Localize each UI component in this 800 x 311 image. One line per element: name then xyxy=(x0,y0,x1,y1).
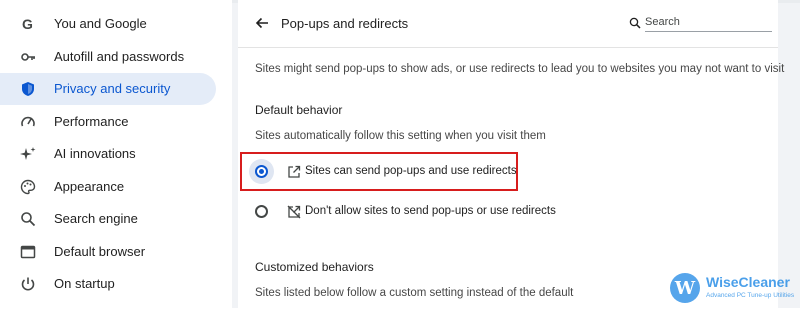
option-label: Don't allow sites to send pop-ups or use… xyxy=(305,205,556,217)
power-icon xyxy=(20,276,36,292)
blocked-popup-icon xyxy=(287,205,301,219)
shield-icon xyxy=(20,81,36,97)
sidebar-item-appearance[interactable]: Appearance xyxy=(0,171,216,203)
open-in-new-icon xyxy=(287,165,301,179)
wisecleaner-logo: W xyxy=(670,273,700,303)
sidebar-item-default-browser[interactable]: Default browser xyxy=(0,236,216,268)
watermark-name: WiseCleaner xyxy=(706,274,790,290)
search-icon xyxy=(629,16,641,29)
search-box xyxy=(627,14,772,32)
browser-window-icon xyxy=(20,244,36,260)
page-title: Pop-ups and redirects xyxy=(281,16,409,31)
header-divider xyxy=(238,47,778,48)
search-input[interactable] xyxy=(645,14,772,32)
svg-text:G: G xyxy=(22,16,33,32)
sidebar-item-search-engine[interactable]: Search engine xyxy=(0,203,216,235)
sidebar-item-label: Privacy and security xyxy=(54,81,171,96)
sparkle-icon xyxy=(20,146,36,162)
settings-content-panel: Pop-ups and redirects Sites might send p… xyxy=(238,0,784,311)
sidebar-item-label: Autofill and passwords xyxy=(54,49,185,64)
google-g-icon: G xyxy=(20,16,36,32)
option-label: Sites can send pop-ups and use redirects xyxy=(305,165,517,177)
palette-icon xyxy=(20,179,36,195)
sidebar-item-autofill[interactable]: Autofill and passwords xyxy=(0,41,216,73)
radio-allow-popups[interactable] xyxy=(255,165,268,178)
sidebar-item-label: Performance xyxy=(54,114,129,129)
sidebar-item-label: You and Google xyxy=(54,16,147,31)
option-block-popups[interactable]: Don't allow sites to send pop-ups or use… xyxy=(248,194,768,230)
radio-block-popups[interactable] xyxy=(255,205,268,218)
sidebar-item-performance[interactable]: Performance xyxy=(0,106,216,138)
sidebar-item-label: Default browser xyxy=(54,244,146,259)
sidebar-item-label: On startup xyxy=(54,276,115,291)
sidebar-item-label: Appearance xyxy=(54,179,125,194)
page-description: Sites might send pop-ups to show ads, or… xyxy=(255,63,785,75)
default-behavior-heading: Default behavior xyxy=(255,103,343,117)
default-behavior-subtext: Sites automatically follow this setting … xyxy=(255,130,546,142)
speedometer-icon xyxy=(20,114,36,130)
search-icon xyxy=(20,211,36,227)
settings-sidebar: G You and Google Autofill and passwords … xyxy=(0,0,232,311)
customized-behaviors-subtext: Sites listed below follow a custom setti… xyxy=(255,287,574,299)
sidebar-item-on-startup[interactable]: On startup xyxy=(0,268,216,300)
key-icon xyxy=(20,49,36,65)
option-allow-popups[interactable]: Sites can send pop-ups and use redirects xyxy=(248,154,768,190)
back-arrow-icon[interactable] xyxy=(254,15,270,31)
watermark-tagline: Advanced PC Tune-up Utilities xyxy=(706,292,795,299)
sidebar-item-ai-innovations[interactable]: AI innovations xyxy=(0,138,216,170)
sidebar-item-label: Search engine xyxy=(54,211,138,226)
sidebar-item-privacy-and-security[interactable]: Privacy and security xyxy=(0,73,216,105)
sidebar-item-label: AI innovations xyxy=(54,146,136,161)
sidebar-item-you-and-google[interactable]: G You and Google xyxy=(0,8,216,40)
wisecleaner-watermark: W WiseCleaner Advanced PC Tune-up Utilit… xyxy=(670,270,798,304)
customized-behaviors-heading: Customized behaviors xyxy=(255,260,374,274)
